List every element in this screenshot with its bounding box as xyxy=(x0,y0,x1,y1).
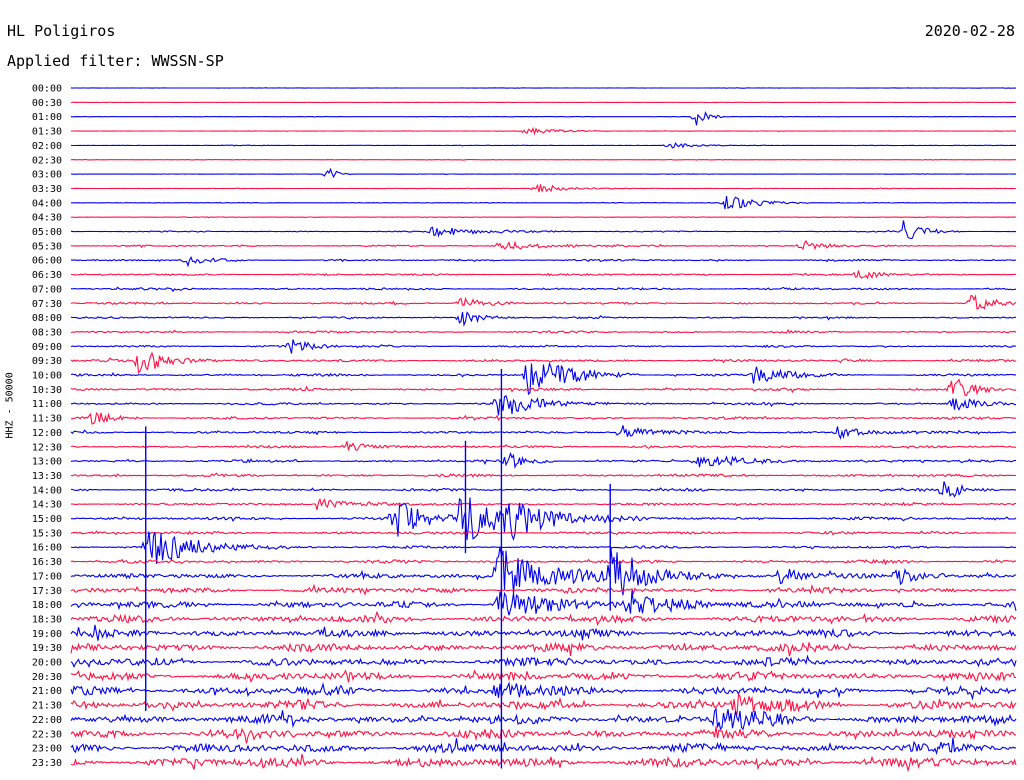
helicorder-plot: 00:00 00:30 01:00 01:30 02:00 02:30 03:00 03:30… xyxy=(32,84,1017,773)
trace-0300 xyxy=(70,167,1016,179)
trace-1930 xyxy=(70,641,1017,657)
row-label-0630: 06:30 xyxy=(32,270,62,281)
row-label-2130: 21:30 xyxy=(32,701,62,712)
row-label-0930: 09:30 xyxy=(32,356,62,367)
trace-0200 xyxy=(70,142,1017,149)
trace-1900 xyxy=(70,624,1017,641)
row-label-0530: 05:30 xyxy=(32,241,62,252)
trace-2200 xyxy=(70,706,1017,731)
row-label-2300: 23:00 xyxy=(32,744,62,755)
trace-0100 xyxy=(70,110,1017,126)
trace-0800 xyxy=(70,311,1017,328)
row-label-0830: 08:30 xyxy=(32,327,62,338)
trace-1730 xyxy=(70,583,1017,596)
trace-1400 xyxy=(70,481,1017,498)
row-label-0000: 00:00 xyxy=(32,84,62,95)
trace-0700 xyxy=(70,286,1017,293)
trace-0830 xyxy=(70,328,1017,334)
row-label-2230: 22:30 xyxy=(32,729,62,740)
row-label-0400: 04:00 xyxy=(32,198,62,209)
trace-1330 xyxy=(70,472,1017,478)
trace-0900 xyxy=(70,339,1017,354)
row-label-0130: 01:30 xyxy=(32,127,62,138)
row-label-1100: 11:00 xyxy=(32,399,62,410)
trace-1100 xyxy=(70,395,1016,416)
row-label-0500: 05:00 xyxy=(32,227,62,238)
trace-0730 xyxy=(70,294,1017,310)
row-label-1330: 13:30 xyxy=(32,471,62,482)
row-label-0230: 02:30 xyxy=(32,155,62,166)
trace-1800 xyxy=(70,590,1017,616)
row-label-1000: 10:00 xyxy=(32,371,62,382)
row-label-0030: 00:30 xyxy=(32,98,62,109)
trace-1830 xyxy=(70,610,1017,627)
row-label-1900: 19:00 xyxy=(32,629,62,640)
row-label-1630: 16:30 xyxy=(32,557,62,568)
trace-2130 xyxy=(70,692,1017,715)
trace-1230 xyxy=(70,441,1017,451)
trace-2000 xyxy=(70,654,1017,668)
trace-0400 xyxy=(71,196,1016,210)
row-label-1130: 11:30 xyxy=(32,414,62,425)
row-label-0730: 07:30 xyxy=(32,299,62,310)
row-label-1500: 15:00 xyxy=(32,514,62,525)
trace-0230 xyxy=(70,158,1017,161)
row-label-0100: 01:00 xyxy=(32,112,62,123)
row-label-0200: 02:00 xyxy=(32,141,62,152)
row-label-1400: 14:00 xyxy=(32,485,62,496)
row-label-2330: 23:30 xyxy=(32,758,62,769)
trace-2300 xyxy=(70,737,1016,756)
trace-0000 xyxy=(70,87,1017,89)
row-label-1030: 10:30 xyxy=(32,385,62,396)
row-label-1230: 12:30 xyxy=(32,442,62,453)
row-label-2030: 20:30 xyxy=(32,672,62,683)
trace-0430 xyxy=(70,216,1017,219)
row-label-1600: 16:00 xyxy=(32,543,62,554)
trace-2230 xyxy=(70,726,1017,744)
trace-0130 xyxy=(70,126,1016,136)
row-label-0700: 07:00 xyxy=(32,284,62,295)
trace-1300 xyxy=(70,451,1017,469)
row-label-1200: 12:00 xyxy=(32,428,62,439)
row-label-1530: 15:30 xyxy=(32,528,62,539)
trace-group xyxy=(70,87,1017,773)
row-label-2100: 21:00 xyxy=(32,686,62,697)
trace-1600 xyxy=(70,531,1017,564)
trace-0530 xyxy=(71,239,1016,251)
row-label-1430: 14:30 xyxy=(32,500,62,511)
row-label-0600: 06:00 xyxy=(32,256,62,267)
row-label-0800: 08:00 xyxy=(32,313,62,324)
trace-1430 xyxy=(70,497,1017,511)
row-label-0430: 04:30 xyxy=(32,213,62,224)
trace-0030 xyxy=(70,101,1016,104)
row-label-1730: 17:30 xyxy=(32,586,62,597)
row-label-0300: 03:00 xyxy=(32,170,62,181)
trace-0330 xyxy=(71,183,1016,193)
trace-2330 xyxy=(70,753,1017,773)
row-label-2200: 22:00 xyxy=(32,715,62,726)
row-label-0330: 03:30 xyxy=(32,184,62,195)
trace-1130 xyxy=(70,412,1017,425)
row-label-2000: 20:00 xyxy=(32,658,62,669)
trace-1200 xyxy=(70,425,1016,440)
trace-2030 xyxy=(70,669,1017,684)
trace-1030 xyxy=(70,378,1017,397)
trace-0630 xyxy=(70,270,1017,280)
trace-0500 xyxy=(70,220,1017,240)
row-label-1700: 17:00 xyxy=(32,571,62,582)
row-label-1800: 18:00 xyxy=(32,600,62,611)
trace-0600 xyxy=(70,256,1017,268)
tick-label-group: 00:00 00:30 01:00 01:30 02:00 02:30 03:00 03:30… xyxy=(32,84,62,769)
trace-2100 xyxy=(70,681,1017,701)
trace-1530 xyxy=(70,530,1017,537)
trace-1700 xyxy=(70,546,1017,596)
trace-1630 xyxy=(70,558,1017,566)
row-label-0900: 09:00 xyxy=(32,342,62,353)
row-label-1300: 13:00 xyxy=(32,457,62,468)
row-label-1830: 18:30 xyxy=(32,614,62,625)
row-label-1930: 19:30 xyxy=(32,643,62,654)
